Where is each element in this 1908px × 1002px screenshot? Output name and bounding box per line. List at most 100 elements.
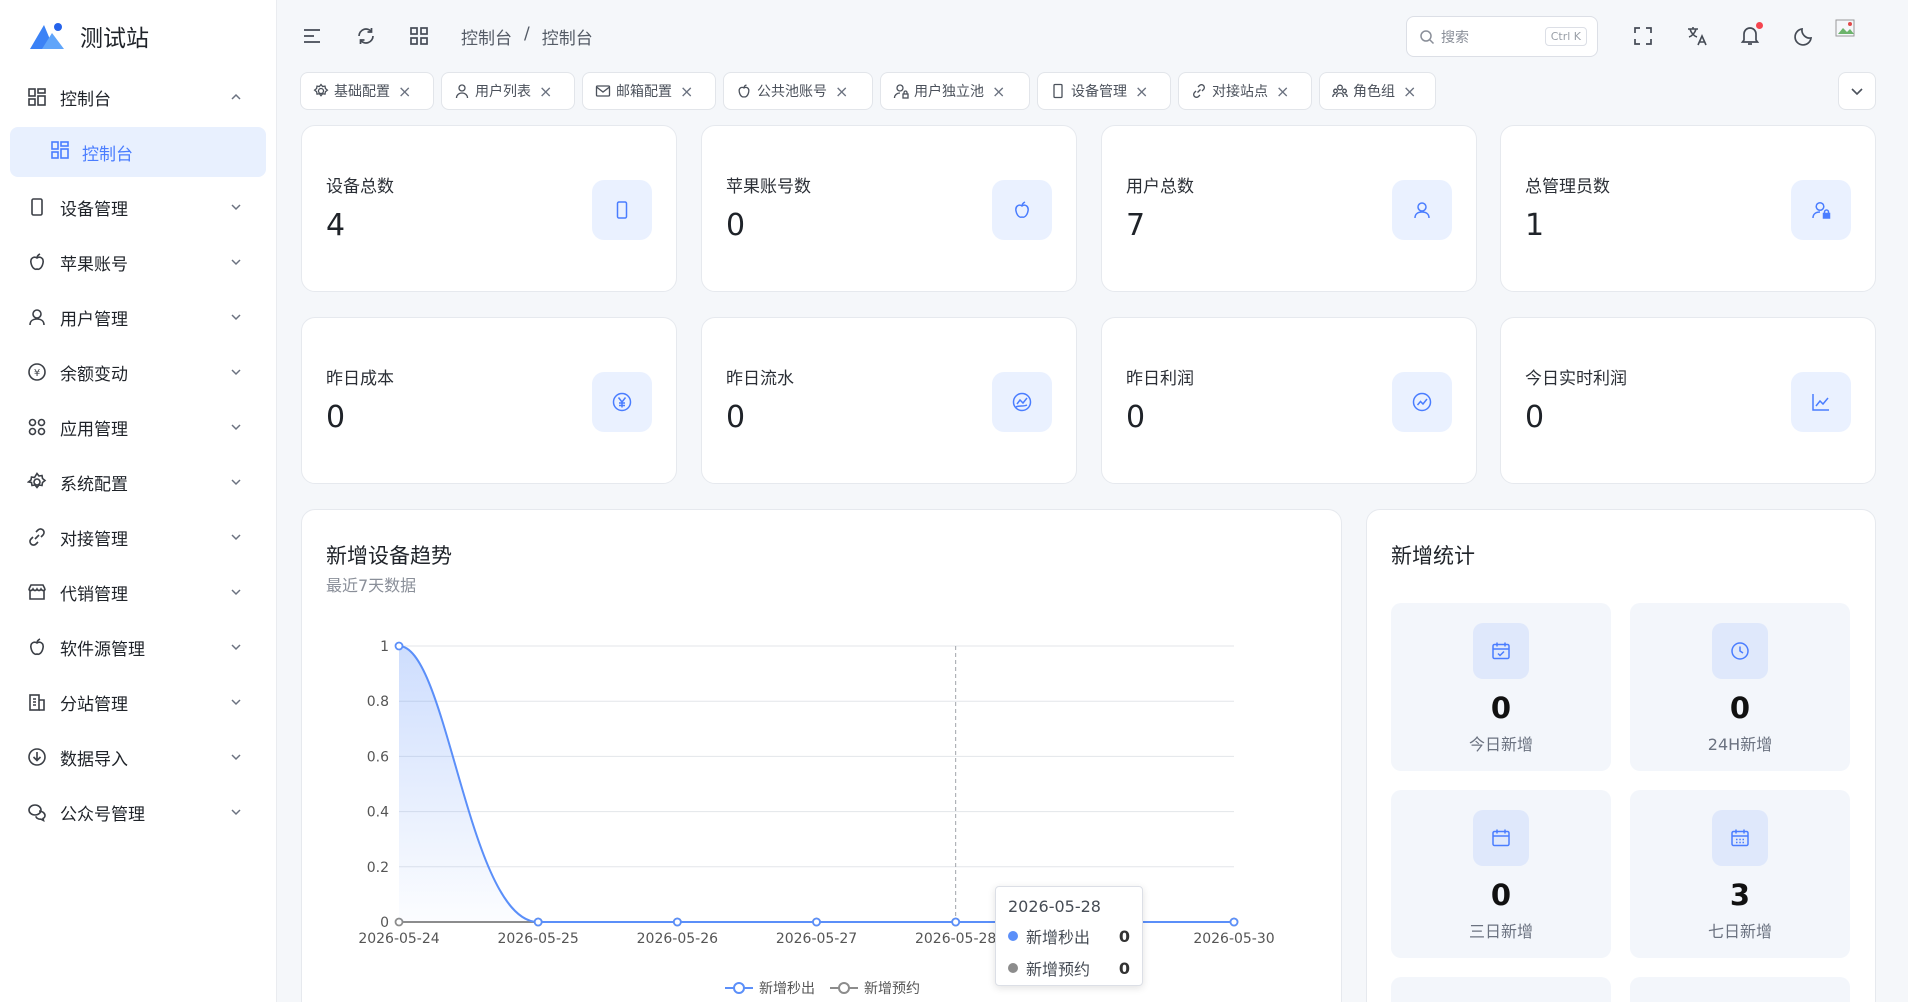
grid-icon[interactable] — [406, 23, 432, 49]
tab-label: 角色组 — [1353, 84, 1395, 100]
close-icon[interactable]: × — [1276, 82, 1289, 101]
calendar-grid-icon — [1712, 810, 1768, 866]
breadcrumb-item[interactable]: 控制台 — [542, 24, 593, 49]
notification-icon[interactable] — [1737, 22, 1763, 48]
tile-label: 今日新增 — [1468, 735, 1533, 754]
summary-tile-partial — [1391, 977, 1611, 1002]
breadcrumb-item[interactable]: 控制台 — [461, 24, 512, 49]
sidebar-item-devices[interactable]: 设备管理 — [10, 182, 266, 232]
sidebar-item-label: 用户管理 — [60, 309, 128, 330]
close-icon[interactable]: × — [398, 82, 411, 101]
trend-chart-card: 新增设备趋势 最近7天数据 — [301, 509, 1342, 1002]
sidebar-item-label: 软件源管理 — [60, 639, 145, 660]
close-icon[interactable]: × — [680, 82, 693, 101]
user-icon — [26, 306, 48, 328]
search-input[interactable]: 搜索 Ctrl K — [1406, 16, 1598, 57]
sidebar-item-system-config[interactable]: 系统配置 — [10, 457, 266, 507]
sidebar-item-software-source[interactable]: 软件源管理 — [10, 622, 266, 672]
summary-tile-today: 0 今日新增 — [1391, 603, 1611, 771]
chevron-down-icon — [231, 589, 241, 596]
tab-basic-config[interactable]: 基础配置 × — [300, 72, 434, 110]
app-name: 测试站 — [80, 26, 149, 52]
chevron-down-icon — [1851, 88, 1863, 96]
sidebar-item-dashboard[interactable]: 控制台 — [10, 72, 266, 122]
chevron-down-icon — [231, 754, 241, 761]
app-logo[interactable]: 测试站 — [28, 20, 149, 52]
stat-value: 0 — [1126, 400, 1146, 435]
sidebar-item-label: 公众号管理 — [60, 804, 145, 825]
chevron-down-icon — [231, 424, 241, 431]
close-icon[interactable]: × — [1403, 82, 1416, 101]
stat-label: 用户总数 — [1126, 177, 1194, 197]
line-chart-icon — [1791, 372, 1851, 432]
tab-label: 用户列表 — [475, 84, 531, 100]
tab-mail-config[interactable]: 邮箱配置 × — [582, 72, 716, 110]
sidebar-item-data-import[interactable]: 数据导入 — [10, 732, 266, 782]
refresh-icon[interactable] — [353, 23, 379, 49]
sidebar-item-label: 控制台 — [60, 89, 111, 110]
user-icon — [455, 84, 469, 99]
chevron-down-icon — [231, 479, 241, 486]
summary-tile-24h: 0 24H新增 — [1630, 603, 1850, 771]
close-icon[interactable]: × — [835, 82, 848, 101]
tile-label: 七日新增 — [1707, 922, 1772, 941]
logo-icon — [30, 23, 64, 49]
clock-icon — [1712, 623, 1768, 679]
search-shortcut: Ctrl K — [1544, 27, 1587, 46]
stat-card-devices: 设备总数 4 — [301, 125, 677, 292]
stat-value: 0 — [726, 400, 746, 435]
tab-role-group[interactable]: 角色组 × — [1319, 72, 1436, 110]
stat-value: 7 — [1126, 208, 1146, 243]
tab-user-pool[interactable]: 用户独立池 × — [880, 72, 1030, 110]
sidebar-subitem-dashboard[interactable]: 控制台 — [10, 127, 266, 177]
fullscreen-icon[interactable] — [1630, 23, 1656, 49]
sidebar-item-official-account[interactable]: 公众号管理 — [10, 787, 266, 837]
tab-public-pool[interactable]: 公共池账号 × — [723, 72, 873, 110]
stat-card-yesterday-flow: 昨日流水 0 — [701, 317, 1077, 484]
translate-icon[interactable] — [1684, 23, 1710, 49]
sidebar-item-users[interactable]: 用户管理 — [10, 292, 266, 342]
close-icon[interactable]: × — [992, 82, 1005, 101]
close-icon[interactable]: × — [1135, 82, 1148, 101]
stat-card-yesterday-cost: 昨日成本 0 — [301, 317, 677, 484]
sidebar-item-substations[interactable]: 分站管理 — [10, 677, 266, 727]
tile-value: 0 — [1490, 878, 1512, 912]
calendar-check-icon — [1473, 623, 1529, 679]
tooltip-title: 2026-05-28 — [1008, 897, 1101, 916]
user-icon — [1392, 180, 1452, 240]
stat-card-users: 用户总数 7 — [1101, 125, 1477, 292]
apple-icon — [26, 251, 48, 273]
stat-value: 0 — [326, 400, 346, 435]
calendar-icon — [1473, 810, 1529, 866]
stat-value: 0 — [1525, 400, 1545, 435]
menu-toggle-icon[interactable] — [299, 23, 325, 49]
tab-label: 对接站点 — [1212, 84, 1268, 100]
building-icon — [26, 691, 48, 713]
sidebar-item-consignment[interactable]: 代销管理 — [10, 567, 266, 617]
close-icon[interactable]: × — [539, 82, 552, 101]
sidebar-item-label: 应用管理 — [60, 419, 128, 440]
tabs-more-button[interactable] — [1838, 72, 1876, 110]
sidebar-item-apple-accounts[interactable]: 苹果账号 — [10, 237, 266, 287]
tab-user-list[interactable]: 用户列表 × — [441, 72, 575, 110]
dark-mode-icon[interactable] — [1791, 23, 1817, 49]
chevron-down-icon — [231, 314, 241, 321]
mail-icon — [595, 85, 611, 97]
summary-tile-3days: 0 三日新增 — [1391, 790, 1611, 958]
sidebar-item-integration[interactable]: 对接管理 — [10, 512, 266, 562]
apple-icon — [26, 636, 48, 658]
apple-icon — [992, 180, 1052, 240]
chevron-up-icon — [231, 93, 241, 100]
chevron-down-icon — [231, 699, 241, 706]
sidebar-item-balance[interactable]: ¥ 余额变动 — [10, 347, 266, 397]
stat-value: 0 — [726, 208, 746, 243]
tab-device-management[interactable]: 设备管理 × — [1037, 72, 1171, 110]
chevron-down-icon — [231, 534, 241, 541]
stat-card-apple-accounts: 苹果账号数 0 — [701, 125, 1077, 292]
sidebar-item-apps[interactable]: 应用管理 — [10, 402, 266, 452]
tile-value: 0 — [1490, 691, 1512, 725]
summary-title: 新增统计 — [1391, 544, 1475, 568]
tab-integration-sites[interactable]: 对接站点 × — [1178, 72, 1312, 110]
stat-label: 苹果账号数 — [726, 177, 811, 197]
avatar[interactable] — [1833, 15, 1859, 41]
